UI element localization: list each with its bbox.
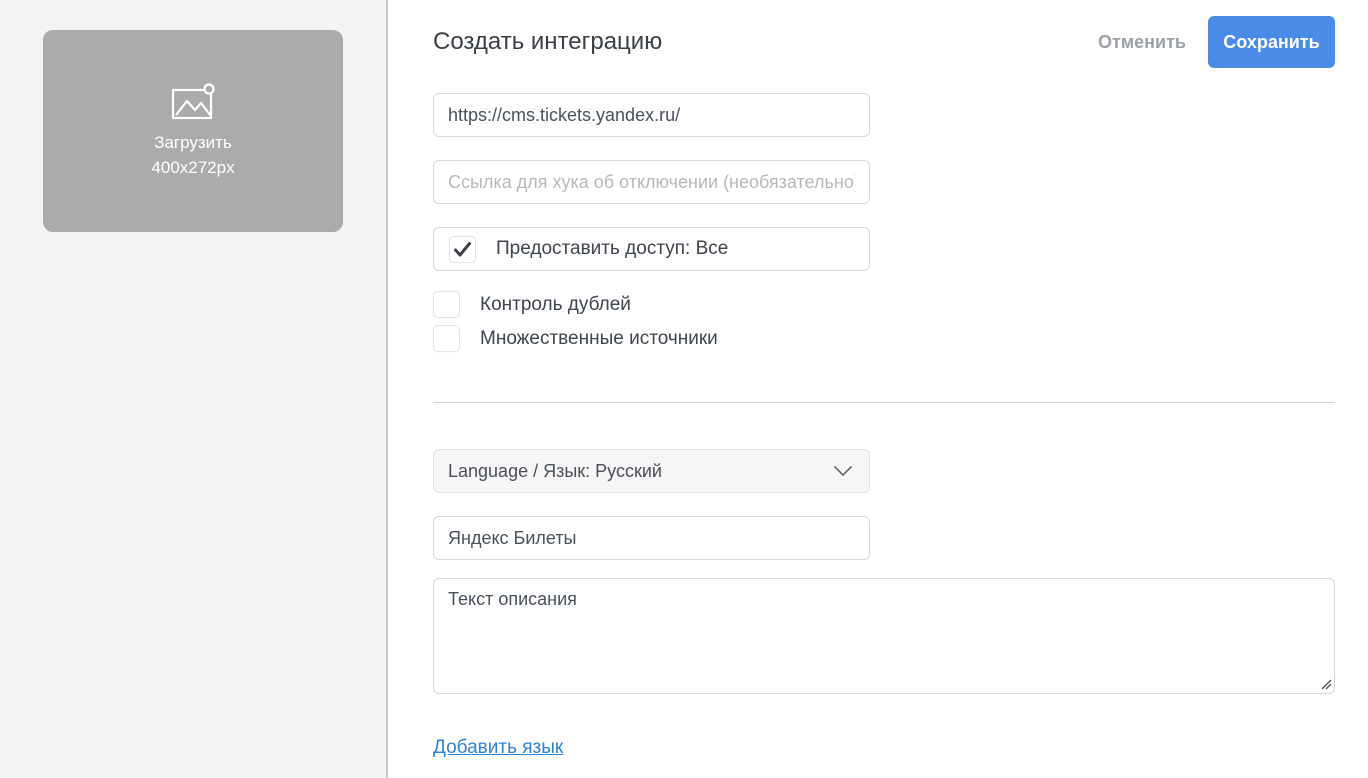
cancel-button[interactable]: Отменить (1098, 32, 1186, 53)
access-checkbox[interactable] (449, 236, 476, 263)
main-content: Создать интеграцию Отменить Сохранить Пр… (388, 0, 1368, 778)
hook-url-input[interactable] (433, 160, 870, 204)
page-title: Создать интеграцию (433, 28, 662, 56)
header-actions: Отменить Сохранить (1098, 16, 1335, 68)
access-checkbox-label: Предоставить доступ: Все (496, 238, 728, 260)
duplicates-option-row[interactable]: Контроль дублей (433, 291, 1368, 318)
upload-size-hint: 400x272px (151, 155, 234, 180)
form-header: Создать интеграцию Отменить Сохранить (433, 16, 1335, 68)
language-select-value: Language / Язык: Русский (448, 461, 662, 482)
multiple-sources-checkbox-label: Множественные источники (480, 328, 718, 350)
integration-name-input[interactable] (433, 516, 870, 560)
duplicates-checkbox-label: Контроль дублей (480, 294, 631, 316)
multiple-sources-checkbox[interactable] (433, 325, 460, 352)
image-upload-dropzone[interactable]: Загрузить 400x272px (43, 30, 343, 232)
multiple-sources-option-row[interactable]: Множественные источники (433, 325, 1368, 352)
access-option-box[interactable]: Предоставить доступ: Все (433, 227, 870, 271)
integration-url-input[interactable] (433, 93, 870, 137)
add-language-link[interactable]: Добавить язык (433, 737, 563, 759)
save-button[interactable]: Сохранить (1208, 16, 1335, 68)
left-panel: Загрузить 400x272px (0, 0, 388, 778)
section-divider (433, 402, 1335, 403)
image-upload-icon (171, 82, 215, 120)
language-select[interactable]: Language / Язык: Русский (433, 449, 870, 493)
duplicates-checkbox[interactable] (433, 291, 460, 318)
checkmark-icon (454, 242, 471, 257)
upload-label: Загрузить (154, 130, 232, 155)
description-textarea[interactable]: Текст описания (433, 578, 1335, 694)
chevron-down-icon (833, 465, 853, 477)
description-field-wrap: Текст описания (433, 578, 1335, 694)
